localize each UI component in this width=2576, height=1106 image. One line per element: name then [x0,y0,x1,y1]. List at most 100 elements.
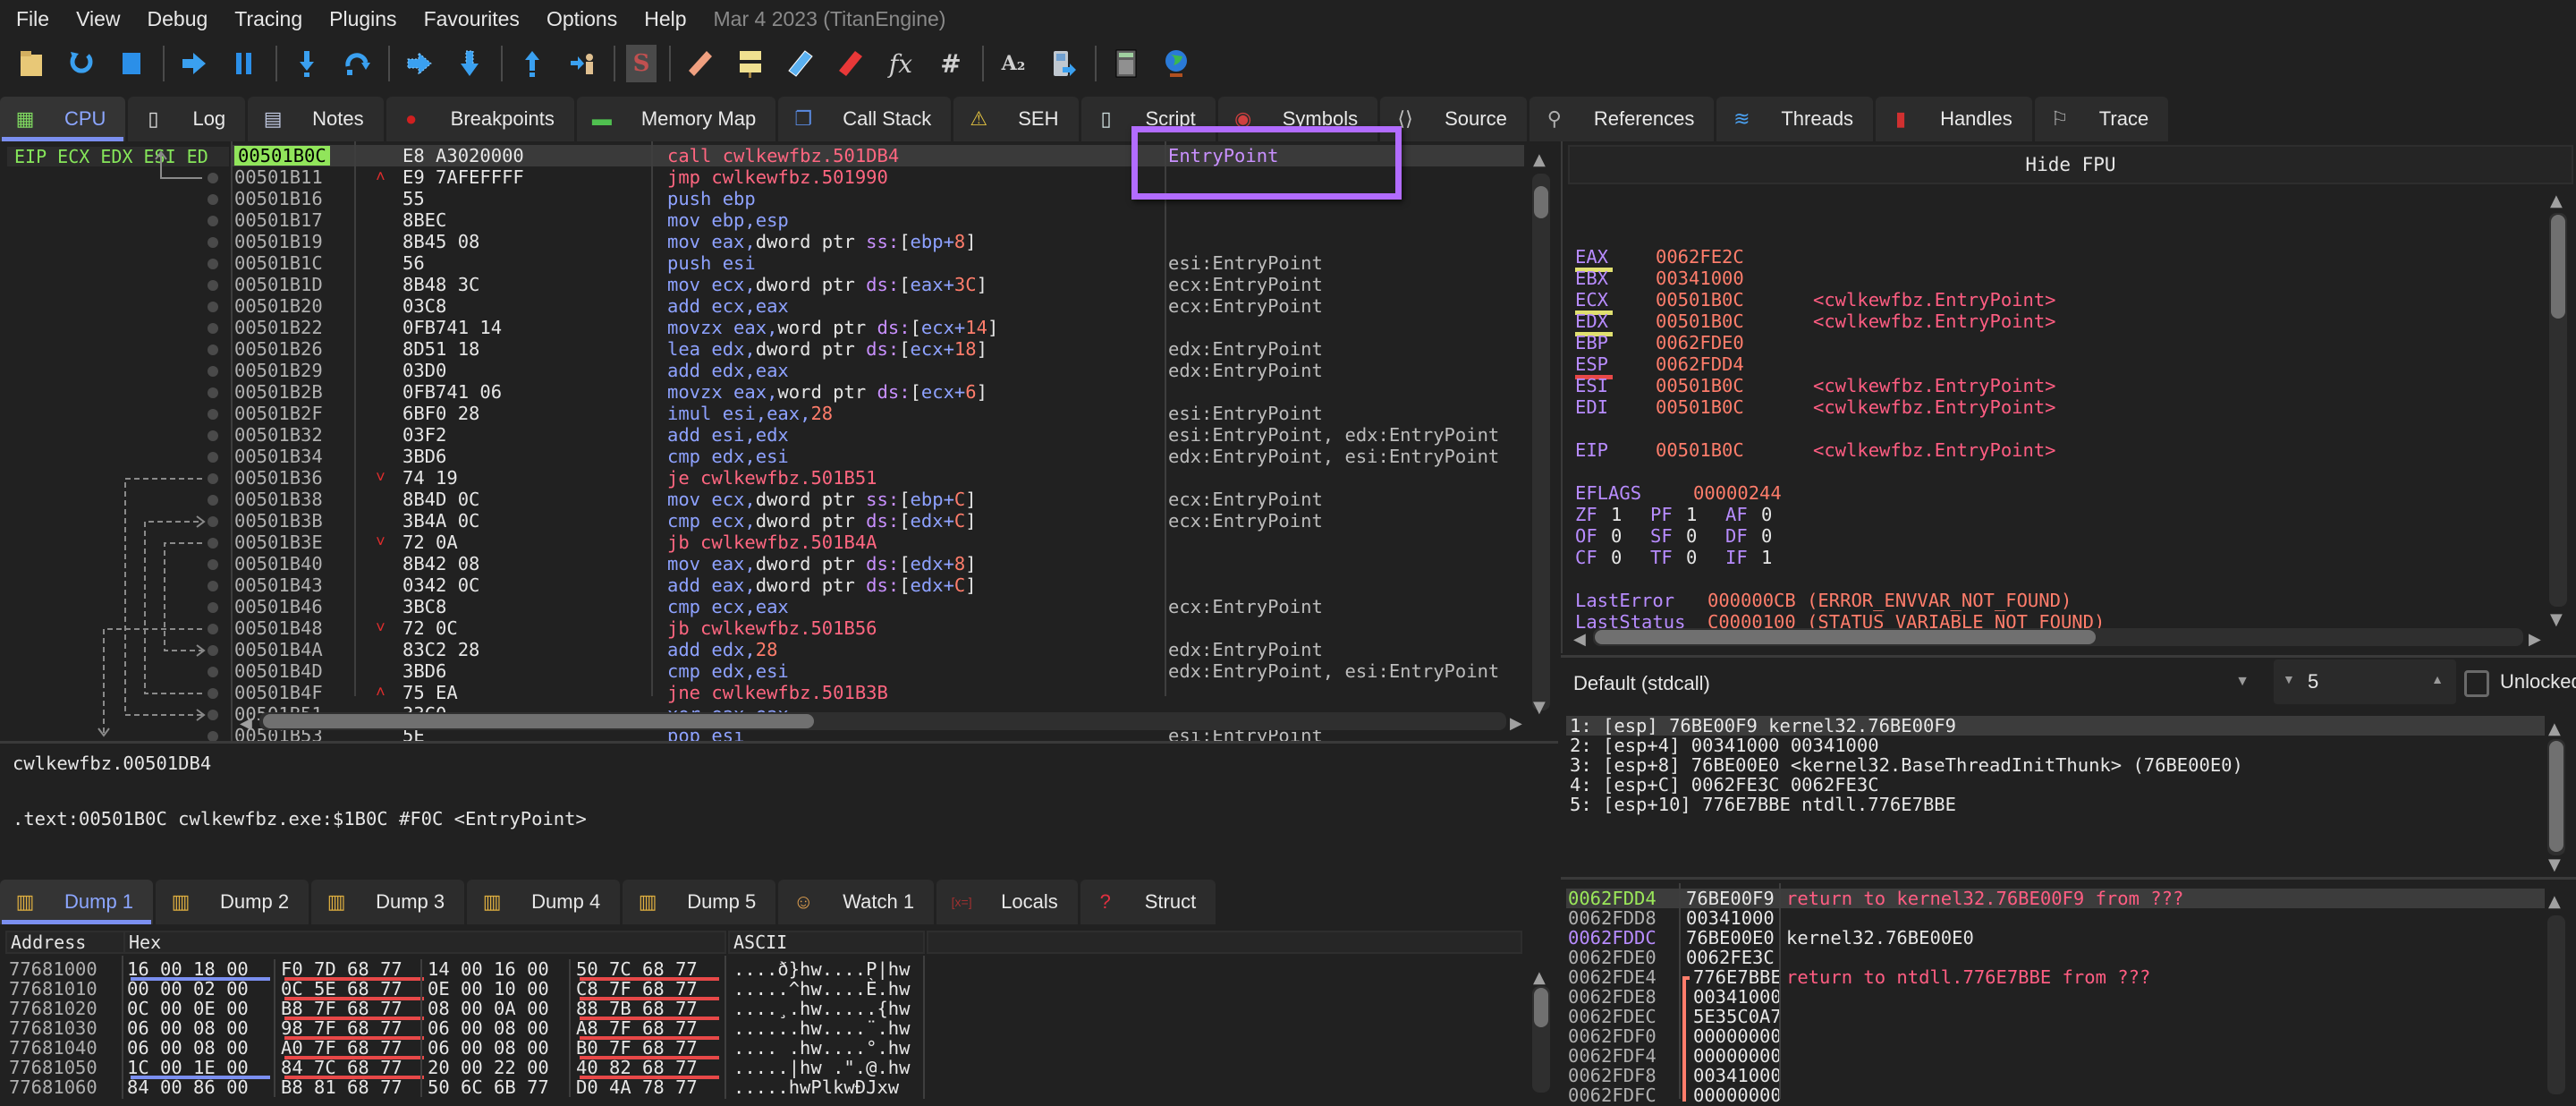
hex-group[interactable]: 1C 00 1E 00 [127,1058,249,1077]
stack-address[interactable]: 0062FDDC [1568,928,1657,948]
breakpoint-dot[interactable] [208,581,218,591]
breakpoint-dot[interactable] [208,259,218,269]
breakpoint-dot[interactable] [208,516,218,527]
hex-group[interactable]: D0 4A 78 77 [576,1077,698,1097]
dump-tab-struct[interactable]: ? Struct [1080,880,1216,924]
spin-down-icon[interactable]: ▼ [2283,672,2295,686]
hex-group[interactable]: A8 7F 68 77 [576,1018,698,1038]
breakpoint-dot[interactable] [208,667,218,677]
register-value[interactable]: 0062FDE0 [1656,333,1744,353]
stack-address[interactable]: 0062FDF4 [1568,1046,1657,1066]
instruction-address[interactable]: 00501B2B [234,382,323,402]
tab-seh[interactable]: ⚠ SEH [953,97,1079,141]
flag-value[interactable]: 1 [1686,505,1697,524]
instruction-text[interactable]: mov eax,dword ptr ss:[ebp+8] [667,232,977,251]
step-into-button[interactable] [288,45,326,82]
tab-breakpoints[interactable]: ● Breakpoints [386,97,574,141]
regs-hscroll-thumb[interactable] [1595,630,2096,644]
instruction-address[interactable]: 00501B26 [234,339,323,359]
hex-group[interactable]: 88 7B 68 77 [576,999,698,1018]
flag-value[interactable]: 0 [1761,526,1772,546]
disasm-hscroll-thumb[interactable] [263,714,814,728]
instruction-text[interactable]: mov ebp,esp [667,210,789,230]
lock-checkbox[interactable] [2464,670,2489,697]
hex-column-header[interactable]: Hex [123,931,726,954]
dump-address[interactable]: 77681030 [9,1018,97,1038]
label-button[interactable] [782,45,819,82]
instruction-text[interactable]: cmp ecx,dword ptr ds:[edx+C] [667,511,977,531]
instruction-text[interactable]: call cwlkewfbz.501DB4 [667,146,899,166]
breakpoint-dot[interactable] [208,495,218,506]
arg-count-spinbox[interactable]: ▼ 5 ▲ [2274,659,2456,704]
instruction-text[interactable]: add edx,28 [667,640,777,659]
regs-scroll-down-arrow[interactable]: ▼ [2550,610,2563,629]
breakpoint-dot[interactable] [208,538,218,549]
instruction-text[interactable]: mov ecx,dword ptr ss:[ebp+C] [667,489,977,509]
disasm-vscroll-thumb[interactable] [1534,186,1548,218]
hex-group[interactable]: 06 00 08 00 [428,1018,549,1038]
instruction-text[interactable]: cmp edx,esi [667,447,789,466]
hex-group[interactable]: B8 7F 68 77 [281,999,402,1018]
breakpoint-dot[interactable] [208,194,218,205]
hex-group[interactable]: 20 00 22 00 [428,1058,549,1077]
dump-vscroll-thumb[interactable] [1534,988,1548,1027]
breakpoint-dot[interactable] [208,280,218,291]
scroll-up-arrow[interactable]: ▲ [1533,150,1546,169]
dump-scroll-up-arrow[interactable]: ▲ [1533,968,1546,987]
register-value[interactable]: 00501B0C [1656,397,1744,417]
tab-references[interactable]: ⚲ References [1529,97,1715,141]
args-scroll-up-arrow[interactable]: ▲ [2548,719,2561,738]
menu-tracing[interactable]: Tracing [234,7,302,31]
instruction-address[interactable]: 00501B1D [234,275,323,294]
dump-tab-dump-2[interactable]: ▥ Dump 2 [156,880,309,924]
args-scroll-down-arrow[interactable]: ▼ [2548,855,2561,874]
instruction-text[interactable]: push ebp [667,189,756,208]
instruction-address[interactable]: 00501B0C [234,146,330,166]
breakpoint-dot[interactable] [208,688,218,699]
flag-value[interactable]: 1 [1761,548,1772,567]
tab-memory-map[interactable]: ▬ Memory Map [576,97,776,141]
instruction-text[interactable]: imul esi,eax,28 [667,404,833,423]
hex-group[interactable]: 08 00 0A 00 [428,999,549,1018]
instruction-address[interactable]: 00501B3B [234,511,323,531]
instruction-address[interactable]: 00501B36 [234,468,323,488]
breakpoint-dot[interactable] [208,409,218,420]
register-value[interactable]: 0062FDD4 [1656,354,1744,374]
stack-view[interactable]: 0062FDD4 76BE00F9 return to kernel32.76BE0… [1561,877,2576,1105]
spin-up-icon[interactable]: ▲ [2431,672,2444,686]
hex-group[interactable]: 0E 00 10 00 [428,979,549,999]
stack-address[interactable]: 0062FDD8 [1568,908,1657,928]
scroll-right-arrow[interactable]: ▶ [1510,714,1522,733]
trace-into-button[interactable] [401,45,438,82]
breakpoint-dot[interactable] [208,645,218,656]
strings-button[interactable]: A₂ [995,45,1032,82]
patch-button[interactable] [682,45,719,82]
flag-value[interactable]: 0 [1761,505,1772,524]
stack-address[interactable]: 0062FDFC [1568,1085,1657,1105]
instruction-text[interactable]: cmp edx,esi [667,661,789,681]
instruction-address[interactable]: 00501B4A [234,640,323,659]
dump-address[interactable]: 77681000 [9,959,97,979]
register-value[interactable]: 00501B0C [1656,290,1744,310]
stack-value[interactable]: 0062FE3C [1686,948,1775,967]
stack-address[interactable]: 0062FDF0 [1568,1026,1657,1046]
hex-group[interactable]: 0C 5E 68 77 [281,979,402,999]
instruction-address[interactable]: 00501B16 [234,189,323,208]
stack-address[interactable]: 0062FDD4 [1568,889,1657,908]
instruction-address[interactable]: 00501B4D [234,661,323,681]
args-vscroll-thumb[interactable] [2549,741,2563,852]
calling-convention-select[interactable]: Default (stdcall) ▼ [1570,663,2267,702]
instruction-text[interactable]: movzx eax,word ptr ds:[ecx+6] [667,382,987,402]
breakpoint-dot[interactable] [208,345,218,355]
hex-group[interactable]: 06 00 08 00 [428,1038,549,1058]
regs-scroll-up-arrow[interactable]: ▲ [2550,191,2563,210]
pause-button[interactable] [225,45,263,82]
instruction-address[interactable]: 00501B1C [234,253,323,273]
trace-over-button[interactable] [451,45,488,82]
open-button[interactable] [13,45,50,82]
hex-group[interactable]: 0C 00 0E 00 [127,999,249,1018]
stack-address[interactable]: 0062FDE4 [1568,967,1657,987]
register-value[interactable]: 00501B0C [1656,440,1744,460]
run-to-user-code-button[interactable] [564,45,601,82]
stack-address[interactable]: 0062FDEC [1568,1007,1657,1026]
